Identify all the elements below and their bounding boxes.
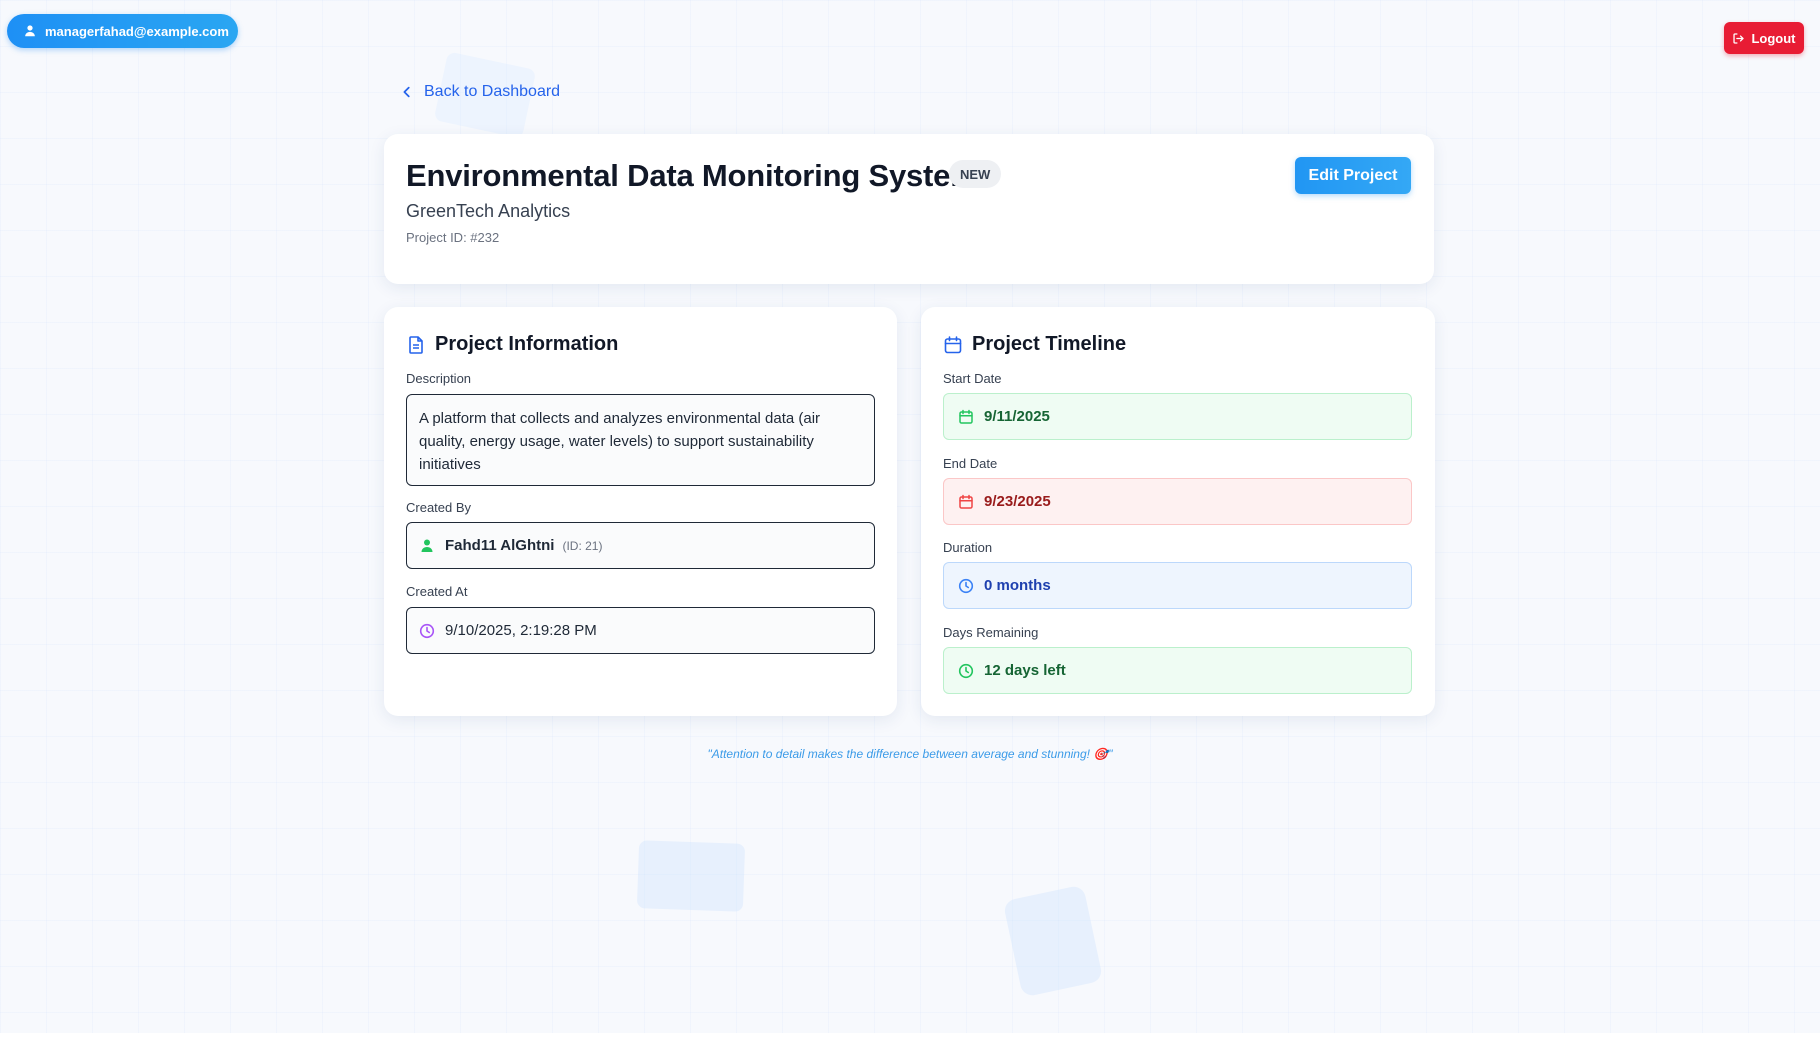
calendar-icon — [959, 494, 973, 509]
section-title: Project Information — [406, 333, 618, 356]
page-title: Environmental Data Monitoring System — [406, 158, 978, 193]
creator-name: Fahd11 AlGhtni — [445, 537, 555, 554]
created-at-value: 9/10/2025, 2:19:28 PM — [445, 622, 597, 639]
duration-label: Duration — [943, 540, 993, 555]
user-icon — [25, 25, 35, 37]
bottom-strip — [0, 1033, 1820, 1038]
logout-button[interactable]: Logout — [1724, 22, 1804, 54]
duration-field: 0 months — [943, 562, 1412, 609]
calendar-icon — [944, 335, 962, 353]
company-name: GreenTech Analytics — [406, 201, 571, 221]
project-header-card: Environmental Data Monitoring System NEW… — [384, 134, 1434, 284]
chevron-left-icon — [403, 86, 410, 98]
description-text: A platform that collects and analyzes en… — [419, 410, 821, 473]
created-at-field: 9/10/2025, 2:19:28 PM — [406, 607, 875, 654]
days-remaining-value: 12 days left — [984, 662, 1066, 679]
user-icon — [421, 539, 433, 552]
document-icon — [409, 335, 423, 354]
clock-icon — [958, 663, 974, 678]
project-information-card: Project Information Description A platfo… — [384, 307, 897, 716]
end-date-field: 9/23/2025 — [943, 478, 1412, 525]
start-date-value: 9/11/2025 — [984, 408, 1050, 425]
start-date-field: 9/11/2025 — [943, 393, 1412, 440]
logout-icon — [1733, 32, 1745, 44]
section-title: Project Timeline — [943, 333, 1126, 356]
edit-project-button[interactable]: Edit Project — [1295, 157, 1411, 194]
clock-icon — [419, 623, 435, 638]
duration-value: 0 months — [984, 577, 1051, 594]
user-badge[interactable]: managerfahad@example.com — [7, 14, 238, 48]
back-link-label: Back to Dashboard — [424, 83, 561, 100]
logout-label: Logout — [1751, 30, 1796, 46]
background-shape — [636, 840, 746, 912]
start-date-label: Start Date — [943, 371, 1002, 386]
creator-id: (ID: 21) — [562, 538, 603, 553]
created-by-field: Fahd11 AlGhtni (ID: 21) — [406, 522, 875, 569]
back-to-dashboard-link[interactable]: Back to Dashboard — [400, 83, 560, 101]
user-email: managerfahad@example.com — [45, 23, 229, 39]
section-title-text: Project Timeline — [972, 333, 1127, 355]
days-remaining-field: 12 days left — [943, 647, 1412, 694]
description-field: A platform that collects and analyzes en… — [406, 394, 875, 486]
created-by-label: Created By — [406, 500, 472, 515]
status-badge: NEW — [949, 160, 1002, 188]
section-title-text: Project Information — [435, 333, 619, 355]
end-date-value: 9/23/2025 — [984, 493, 1051, 510]
end-date-label: End Date — [943, 456, 998, 471]
project-id: Project ID: #232 — [406, 230, 500, 245]
clock-icon — [958, 578, 974, 593]
created-at-label: Created At — [406, 584, 468, 599]
days-remaining-label: Days Remaining — [943, 625, 1039, 640]
footer-quote: "Attention to detail makes the differenc… — [707, 747, 1113, 761]
description-label: Description — [406, 371, 472, 386]
calendar-icon — [959, 409, 973, 424]
project-timeline-card: Project Timeline Start Date 9/11/2025 En… — [921, 307, 1435, 716]
